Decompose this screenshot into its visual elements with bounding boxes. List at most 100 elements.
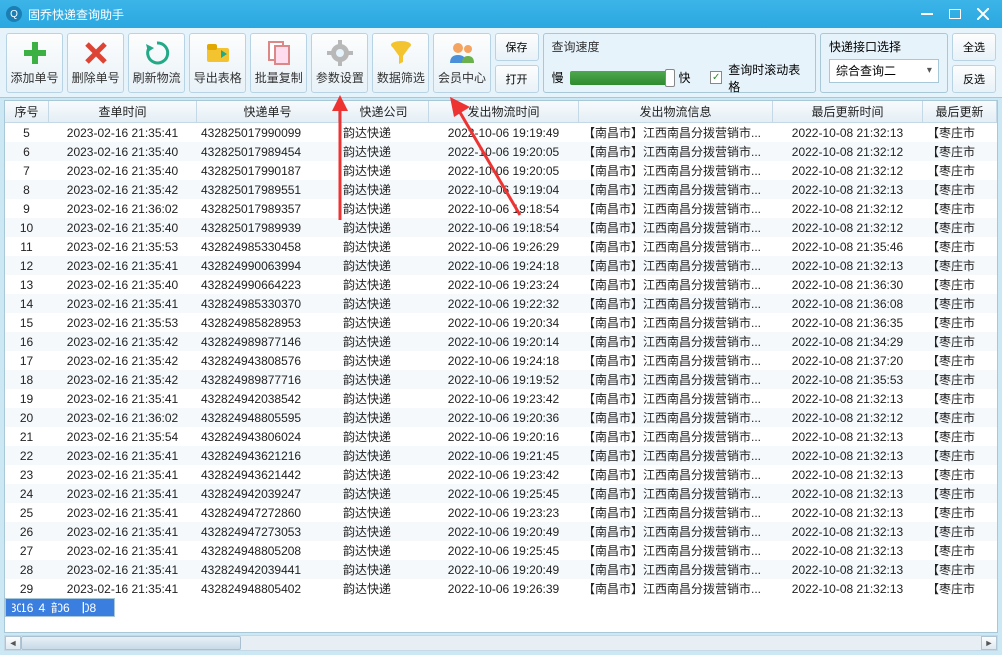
table-row[interactable]: 172023-02-16 21:35:42432824943808576韵达快递… xyxy=(5,351,997,370)
cell: 2022-10-06 19:20:16 xyxy=(429,427,579,446)
select-all-button[interactable]: 全选 xyxy=(952,33,996,61)
cell: 432824942039247 xyxy=(197,484,339,503)
cell: 2022-10-06 19:19:04 xyxy=(429,180,579,199)
scrollbar-track[interactable] xyxy=(21,636,981,650)
params-button[interactable]: 参数设置 xyxy=(311,33,368,93)
table-row[interactable]: 142023-02-16 21:35:41432824985330370韵达快递… xyxy=(5,294,997,313)
cell: 韵达快递 xyxy=(339,351,429,370)
cell: 2022-10-08 21:32:12 xyxy=(773,408,923,427)
scroll-right-button[interactable]: ► xyxy=(981,636,997,650)
invert-select-button[interactable]: 反选 xyxy=(952,65,996,93)
cell: 432825017989454 xyxy=(197,142,339,161)
table-row[interactable]: 102023-02-16 21:35:40432825017989939韵达快递… xyxy=(5,218,997,237)
grid-body[interactable]: 52023-02-16 21:35:41432825017990099韵达快递2… xyxy=(5,123,997,617)
delete-button[interactable]: 删除单号 xyxy=(67,33,124,93)
interface-select[interactable]: 综合查询二 ▾ xyxy=(829,59,939,83)
cell: 432824989877716 xyxy=(197,370,339,389)
cell: 2022-10-06 19:26:29 xyxy=(429,237,579,256)
cell: 韵达快递 xyxy=(47,599,58,616)
cell: 【枣庄市 xyxy=(923,142,997,161)
table-row[interactable]: 202023-02-16 21:36:02432824948805595韵达快递… xyxy=(5,408,997,427)
column-header[interactable]: 最后更新时间 xyxy=(773,101,923,122)
table-row[interactable]: 152023-02-16 21:35:53432824985828953韵达快递… xyxy=(5,313,997,332)
cell: 【枣庄市 xyxy=(923,541,997,560)
table-row[interactable]: 262023-02-16 21:35:41432824947273053韵达快递… xyxy=(5,522,997,541)
cell: 432824943806024 xyxy=(197,427,339,446)
cell: 2023-02-16 21:35:40 xyxy=(49,142,197,161)
table-row[interactable]: 92023-02-16 21:36:02432825017989357韵达快递2… xyxy=(5,199,997,218)
slider-thumb[interactable] xyxy=(665,69,675,87)
minimize-button[interactable] xyxy=(914,5,940,23)
column-header[interactable]: 快递公司 xyxy=(339,101,429,122)
cell: 15 xyxy=(5,313,49,332)
table-row[interactable]: 132023-02-16 21:35:40432824990664223韵达快递… xyxy=(5,275,997,294)
column-header[interactable]: 发出物流信息 xyxy=(579,101,773,122)
cell: 2023-02-16 21:35:41 xyxy=(49,123,197,142)
export-button[interactable]: 导出表格 xyxy=(189,33,246,93)
cell: 2023-02-16 21:35:40 xyxy=(49,218,197,237)
table-row[interactable]: 112023-02-16 21:35:53432824985330458韵达快递… xyxy=(5,237,997,256)
scroll-checkbox[interactable]: ✓ xyxy=(710,71,722,84)
table-row[interactable]: 62023-02-16 21:35:40432825017989454韵达快递2… xyxy=(5,142,997,161)
speed-slider[interactable] xyxy=(570,71,673,85)
table-row[interactable]: 282023-02-16 21:35:41432824942039441韵达快递… xyxy=(5,560,997,579)
cell: 12 xyxy=(5,256,49,275)
cell: 2022-10-06 19:20:05 xyxy=(429,161,579,180)
cell: 2022-10-08 21:32:12 xyxy=(773,161,923,180)
table-row[interactable]: 82023-02-16 21:35:42432825017989551韵达快递2… xyxy=(5,180,997,199)
cell: 【南昌市】江西南昌分拨营销市... xyxy=(579,446,773,465)
cell: 【枣庄市 xyxy=(923,351,997,370)
cell: 2023-02-16 21:35:40 xyxy=(49,161,197,180)
cell: 2022-10-06 19:25:45 xyxy=(429,541,579,560)
table-row[interactable]: 252023-02-16 21:35:41432824947272860韵达快递… xyxy=(5,503,997,522)
table-row[interactable]: 72023-02-16 21:35:40432825017990187韵达快递2… xyxy=(5,161,997,180)
cell: 7 xyxy=(5,161,49,180)
column-header[interactable]: 最后更新 xyxy=(923,101,997,122)
table-row[interactable]: 182023-02-16 21:35:42432824989877716韵达快递… xyxy=(5,370,997,389)
table-row[interactable]: 302023-02-16 21:35:41432824948805402韵达快递… xyxy=(5,598,115,617)
column-header[interactable]: 查单时间 xyxy=(49,101,197,122)
cell: 韵达快递 xyxy=(339,275,429,294)
cell: 2022-10-08 21:32:13 xyxy=(773,522,923,541)
table-row[interactable]: 272023-02-16 21:35:41432824948805208韵达快递… xyxy=(5,541,997,560)
column-header[interactable]: 发出物流时间 xyxy=(429,101,579,122)
column-header[interactable]: 序号 xyxy=(5,101,49,122)
close-button[interactable] xyxy=(970,5,996,23)
table-row[interactable]: 222023-02-16 21:35:41432824943621216韵达快递… xyxy=(5,446,997,465)
table-row[interactable]: 242023-02-16 21:35:41432824942039247韵达快递… xyxy=(5,484,997,503)
cell: 【南昌市】江西南昌分拨营销市... xyxy=(579,408,773,427)
table-row[interactable]: 292023-02-16 21:35:41432824948805402韵达快递… xyxy=(5,579,997,598)
cell: 2022-10-06 19:18:54 xyxy=(429,199,579,218)
plus-icon xyxy=(21,39,49,67)
table-row[interactable]: 212023-02-16 21:35:54432824943806024韵达快递… xyxy=(5,427,997,446)
table-row[interactable]: 192023-02-16 21:35:41432824942038542韵达快递… xyxy=(5,389,997,408)
horizontal-scrollbar[interactable]: ◄ ► xyxy=(4,635,998,651)
cell: 24 xyxy=(5,484,49,503)
cell: 25 xyxy=(5,503,49,522)
table-row[interactable]: 122023-02-16 21:35:41432824990063994韵达快递… xyxy=(5,256,997,275)
open-button[interactable]: 打开 xyxy=(495,65,539,93)
table-row[interactable]: 52023-02-16 21:35:41432825017990099韵达快递2… xyxy=(5,123,997,142)
cell: 【枣庄市 xyxy=(923,123,997,142)
users-icon xyxy=(448,39,476,67)
add-button[interactable]: 添加单号 xyxy=(6,33,63,93)
cell: 【枣庄市 xyxy=(923,579,997,598)
cell: 韵达快递 xyxy=(339,389,429,408)
scrollbar-thumb[interactable] xyxy=(21,636,241,650)
refresh-button[interactable]: 刷新物流 xyxy=(128,33,185,93)
cell: 【枣庄市 xyxy=(923,237,997,256)
copy-button[interactable]: 批量复制 xyxy=(250,33,307,93)
cell: 2022-10-08 21:32:13 xyxy=(773,560,923,579)
maximize-button[interactable] xyxy=(942,5,968,23)
grid-header: 序号查单时间快递单号快递公司发出物流时间发出物流信息最后更新时间最后更新 xyxy=(5,101,997,123)
cell: 27 xyxy=(5,541,49,560)
column-header[interactable]: 快递单号 xyxy=(197,101,339,122)
cell: 2022-10-08 21:36:08 xyxy=(773,294,923,313)
table-row[interactable]: 162023-02-16 21:35:42432824989877146韵达快递… xyxy=(5,332,997,351)
table-row[interactable]: 232023-02-16 21:35:41432824943621442韵达快递… xyxy=(5,465,997,484)
scroll-left-button[interactable]: ◄ xyxy=(5,636,21,650)
save-button[interactable]: 保存 xyxy=(495,33,539,61)
cell: 2022-10-06 19:23:24 xyxy=(429,275,579,294)
filter-button[interactable]: 数据筛选 xyxy=(372,33,429,93)
member-button[interactable]: 会员中心 xyxy=(433,33,490,93)
